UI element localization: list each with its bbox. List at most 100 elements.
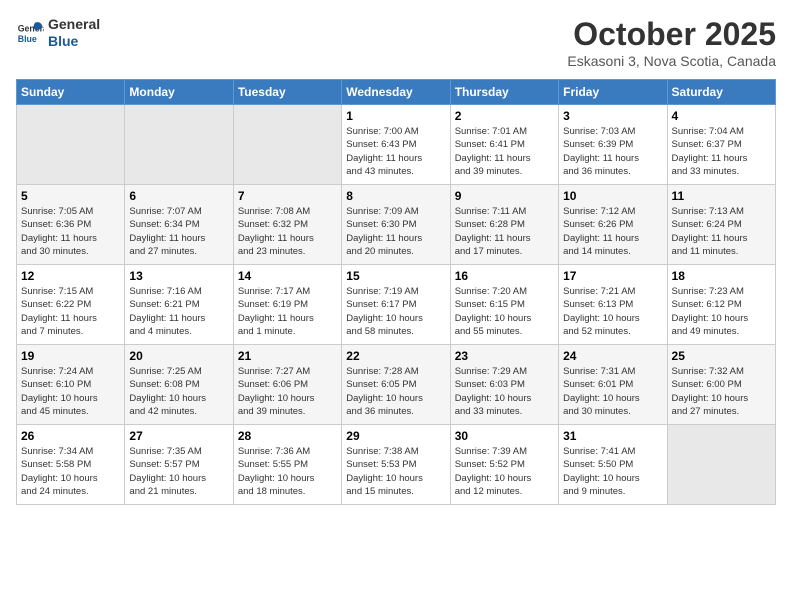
- calendar-cell: 14 Sunrise: 7:17 AMSunset: 6:19 PMDayligh…: [233, 265, 341, 345]
- logo-text-general: General: [48, 16, 100, 33]
- col-header-monday: Monday: [125, 80, 233, 105]
- calendar-week-row: 19 Sunrise: 7:24 AMSunset: 6:10 PMDayligh…: [17, 345, 776, 425]
- col-header-tuesday: Tuesday: [233, 80, 341, 105]
- day-info: Sunrise: 7:39 AMSunset: 5:52 PMDaylight:…: [455, 445, 554, 498]
- calendar-cell: [667, 425, 775, 505]
- calendar-cell: 19 Sunrise: 7:24 AMSunset: 6:10 PMDayligh…: [17, 345, 125, 425]
- day-info: Sunrise: 7:34 AMSunset: 5:58 PMDaylight:…: [21, 445, 120, 498]
- calendar-cell: 4 Sunrise: 7:04 AMSunset: 6:37 PMDaylight…: [667, 105, 775, 185]
- day-info: Sunrise: 7:04 AMSunset: 6:37 PMDaylight:…: [672, 125, 771, 178]
- calendar-header-row: SundayMondayTuesdayWednesdayThursdayFrid…: [17, 80, 776, 105]
- day-number: 27: [129, 429, 228, 443]
- day-info: Sunrise: 7:23 AMSunset: 6:12 PMDaylight:…: [672, 285, 771, 338]
- day-info: Sunrise: 7:00 AMSunset: 6:43 PMDaylight:…: [346, 125, 445, 178]
- day-number: 24: [563, 349, 662, 363]
- calendar-cell: [233, 105, 341, 185]
- calendar-week-row: 26 Sunrise: 7:34 AMSunset: 5:58 PMDayligh…: [17, 425, 776, 505]
- logo: General Blue General Blue: [16, 16, 100, 50]
- logo-icon: General Blue: [16, 19, 44, 47]
- calendar-cell: 2 Sunrise: 7:01 AMSunset: 6:41 PMDaylight…: [450, 105, 558, 185]
- calendar-cell: 12Sunrise: 7:15 AMSunset: 6:22 PMDayligh…: [17, 265, 125, 345]
- day-number: 3: [563, 109, 662, 123]
- calendar-cell: [125, 105, 233, 185]
- day-number: 20: [129, 349, 228, 363]
- day-info: Sunrise: 7:32 AMSunset: 6:00 PMDaylight:…: [672, 365, 771, 418]
- day-number: 13: [129, 269, 228, 283]
- day-info: Sunrise: 7:17 AMSunset: 6:19 PMDaylight:…: [238, 285, 337, 338]
- calendar-cell: 30 Sunrise: 7:39 AMSunset: 5:52 PMDayligh…: [450, 425, 558, 505]
- day-info: Sunrise: 7:08 AMSunset: 6:32 PMDaylight:…: [238, 205, 337, 258]
- day-number: 2: [455, 109, 554, 123]
- col-header-thursday: Thursday: [450, 80, 558, 105]
- col-header-wednesday: Wednesday: [342, 80, 450, 105]
- calendar-cell: 7 Sunrise: 7:08 AMSunset: 6:32 PMDaylight…: [233, 185, 341, 265]
- day-info: Sunrise: 7:09 AMSunset: 6:30 PMDaylight:…: [346, 205, 445, 258]
- day-number: 23: [455, 349, 554, 363]
- day-number: 18: [672, 269, 771, 283]
- day-info: Sunrise: 7:31 AMSunset: 6:01 PMDaylight:…: [563, 365, 662, 418]
- logo-text-blue: Blue: [48, 33, 100, 50]
- day-info: Sunrise: 7:35 AMSunset: 5:57 PMDaylight:…: [129, 445, 228, 498]
- day-number: 4: [672, 109, 771, 123]
- day-number: 28: [238, 429, 337, 443]
- calendar-cell: 6Sunrise: 7:07 AMSunset: 6:34 PMDaylight…: [125, 185, 233, 265]
- day-number: 14: [238, 269, 337, 283]
- calendar-cell: 13 Sunrise: 7:16 AMSunset: 6:21 PMDayligh…: [125, 265, 233, 345]
- day-info: Sunrise: 7:24 AMSunset: 6:10 PMDaylight:…: [21, 365, 120, 418]
- day-number: 25: [672, 349, 771, 363]
- day-info: Sunrise: 7:20 AMSunset: 6:15 PMDaylight:…: [455, 285, 554, 338]
- calendar-cell: 15Sunrise: 7:19 AMSunset: 6:17 PMDayligh…: [342, 265, 450, 345]
- calendar-week-row: 1Sunrise: 7:00 AMSunset: 6:43 PMDaylight…: [17, 105, 776, 185]
- day-number: 11: [672, 189, 771, 203]
- day-number: 30: [455, 429, 554, 443]
- calendar-cell: 22 Sunrise: 7:28 AMSunset: 6:05 PMDayligh…: [342, 345, 450, 425]
- calendar-cell: 1Sunrise: 7:00 AMSunset: 6:43 PMDaylight…: [342, 105, 450, 185]
- calendar-cell: 27 Sunrise: 7:35 AMSunset: 5:57 PMDayligh…: [125, 425, 233, 505]
- day-info: Sunrise: 7:41 AMSunset: 5:50 PMDaylight:…: [563, 445, 662, 498]
- calendar-cell: 20 Sunrise: 7:25 AMSunset: 6:08 PMDayligh…: [125, 345, 233, 425]
- day-number: 22: [346, 349, 445, 363]
- calendar-cell: 3Sunrise: 7:03 AMSunset: 6:39 PMDaylight…: [559, 105, 667, 185]
- day-number: 5: [21, 189, 120, 203]
- day-info: Sunrise: 7:25 AMSunset: 6:08 PMDaylight:…: [129, 365, 228, 418]
- day-number: 8: [346, 189, 445, 203]
- location-subtitle: Eskasoni 3, Nova Scotia, Canada: [567, 53, 776, 69]
- calendar-table: SundayMondayTuesdayWednesdayThursdayFrid…: [16, 79, 776, 505]
- day-number: 29: [346, 429, 445, 443]
- calendar-cell: 31Sunrise: 7:41 AMSunset: 5:50 PMDayligh…: [559, 425, 667, 505]
- calendar-cell: 9Sunrise: 7:11 AMSunset: 6:28 PMDaylight…: [450, 185, 558, 265]
- day-number: 26: [21, 429, 120, 443]
- calendar-cell: 23 Sunrise: 7:29 AMSunset: 6:03 PMDayligh…: [450, 345, 558, 425]
- day-info: Sunrise: 7:21 AMSunset: 6:13 PMDaylight:…: [563, 285, 662, 338]
- day-info: Sunrise: 7:36 AMSunset: 5:55 PMDaylight:…: [238, 445, 337, 498]
- day-info: Sunrise: 7:05 AMSunset: 6:36 PMDaylight:…: [21, 205, 120, 258]
- day-info: Sunrise: 7:29 AMSunset: 6:03 PMDaylight:…: [455, 365, 554, 418]
- day-info: Sunrise: 7:16 AMSunset: 6:21 PMDaylight:…: [129, 285, 228, 338]
- day-number: 16: [455, 269, 554, 283]
- svg-text:Blue: Blue: [18, 34, 37, 44]
- calendar-week-row: 12Sunrise: 7:15 AMSunset: 6:22 PMDayligh…: [17, 265, 776, 345]
- calendar-cell: 10Sunrise: 7:12 AMSunset: 6:26 PMDayligh…: [559, 185, 667, 265]
- day-info: Sunrise: 7:19 AMSunset: 6:17 PMDaylight:…: [346, 285, 445, 338]
- calendar-cell: 26 Sunrise: 7:34 AMSunset: 5:58 PMDayligh…: [17, 425, 125, 505]
- day-info: Sunrise: 7:01 AMSunset: 6:41 PMDaylight:…: [455, 125, 554, 178]
- calendar-cell: 18 Sunrise: 7:23 AMSunset: 6:12 PMDayligh…: [667, 265, 775, 345]
- day-number: 12: [21, 269, 120, 283]
- day-number: 21: [238, 349, 337, 363]
- day-number: 19: [21, 349, 120, 363]
- day-number: 7: [238, 189, 337, 203]
- col-header-saturday: Saturday: [667, 80, 775, 105]
- calendar-cell: 28 Sunrise: 7:36 AMSunset: 5:55 PMDayligh…: [233, 425, 341, 505]
- calendar-cell: 16 Sunrise: 7:20 AMSunset: 6:15 PMDayligh…: [450, 265, 558, 345]
- calendar-cell: 24 Sunrise: 7:31 AMSunset: 6:01 PMDayligh…: [559, 345, 667, 425]
- calendar-week-row: 5 Sunrise: 7:05 AMSunset: 6:36 PMDaylight…: [17, 185, 776, 265]
- day-info: Sunrise: 7:07 AMSunset: 6:34 PMDaylight:…: [129, 205, 228, 258]
- day-info: Sunrise: 7:28 AMSunset: 6:05 PMDaylight:…: [346, 365, 445, 418]
- title-area: October 2025 Eskasoni 3, Nova Scotia, Ca…: [567, 16, 776, 69]
- calendar-cell: 5 Sunrise: 7:05 AMSunset: 6:36 PMDaylight…: [17, 185, 125, 265]
- day-info: Sunrise: 7:27 AMSunset: 6:06 PMDaylight:…: [238, 365, 337, 418]
- day-info: Sunrise: 7:12 AMSunset: 6:26 PMDaylight:…: [563, 205, 662, 258]
- calendar-cell: 25 Sunrise: 7:32 AMSunset: 6:00 PMDayligh…: [667, 345, 775, 425]
- calendar-cell: 21 Sunrise: 7:27 AMSunset: 6:06 PMDayligh…: [233, 345, 341, 425]
- day-info: Sunrise: 7:11 AMSunset: 6:28 PMDaylight:…: [455, 205, 554, 258]
